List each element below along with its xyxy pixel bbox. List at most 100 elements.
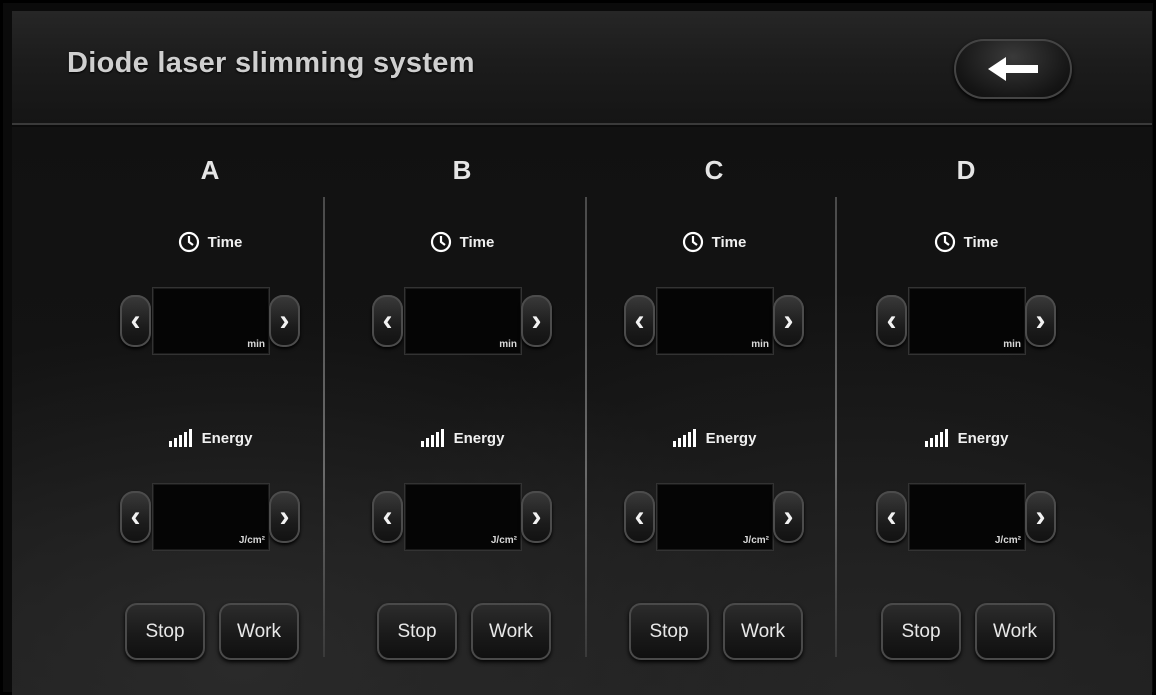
energy-label-text: Energy bbox=[201, 429, 253, 447]
channels-panel: A Time ‹ min › Energy ‹ J/cm² › Stop Wor… bbox=[12, 127, 1152, 695]
energy-stepper: ‹ J/cm² › bbox=[120, 483, 300, 551]
energy-label: Energy bbox=[840, 429, 1092, 447]
time-stepper: ‹ min › bbox=[624, 287, 804, 355]
time-label-text: Time bbox=[207, 233, 243, 251]
clock-icon bbox=[178, 231, 199, 253]
time-value-field[interactable]: min bbox=[908, 287, 1026, 355]
channel-b: B Time ‹ min › Energy ‹ J/cm² › Stop Wor… bbox=[336, 127, 588, 695]
chevron-left-icon: ‹ bbox=[130, 500, 141, 533]
clock-icon bbox=[682, 231, 703, 253]
energy-label-text: Energy bbox=[705, 429, 757, 447]
arrow-left-icon bbox=[988, 57, 1038, 81]
app-window: Diode laser slimming system A Time ‹ min… bbox=[0, 0, 1156, 695]
time-decrease-button[interactable]: ‹ bbox=[624, 295, 655, 347]
action-buttons: Stop Work bbox=[125, 603, 299, 661]
energy-value-field[interactable]: J/cm² bbox=[404, 483, 522, 551]
back-button[interactable] bbox=[954, 39, 1072, 99]
action-buttons: Stop Work bbox=[377, 603, 551, 661]
chevron-left-icon: ‹ bbox=[382, 500, 393, 533]
signal-bars-icon bbox=[672, 429, 696, 447]
action-buttons: Stop Work bbox=[629, 603, 803, 661]
energy-increase-button[interactable]: › bbox=[269, 491, 300, 543]
channel-a: A Time ‹ min › Energy ‹ J/cm² › Stop Wor… bbox=[84, 127, 336, 695]
channel-label: C bbox=[704, 155, 724, 185]
chevron-right-icon: › bbox=[531, 500, 542, 533]
energy-unit: J/cm² bbox=[490, 535, 517, 546]
stop-button[interactable]: Stop bbox=[881, 603, 961, 660]
time-unit: min bbox=[499, 339, 517, 350]
energy-unit: J/cm² bbox=[238, 535, 265, 546]
time-increase-button[interactable]: › bbox=[269, 295, 300, 347]
time-unit: min bbox=[1003, 339, 1021, 350]
signal-bars-icon bbox=[168, 429, 192, 447]
energy-label: Energy bbox=[588, 429, 840, 447]
energy-increase-button[interactable]: › bbox=[521, 491, 552, 543]
energy-increase-button[interactable]: › bbox=[773, 491, 804, 543]
chevron-left-icon: ‹ bbox=[886, 304, 897, 337]
time-increase-button[interactable]: › bbox=[521, 295, 552, 347]
chevron-left-icon: ‹ bbox=[886, 500, 897, 533]
work-button[interactable]: Work bbox=[723, 603, 803, 660]
channel-c: C Time ‹ min › Energy ‹ J/cm² › Stop Wor… bbox=[588, 127, 840, 695]
stop-button[interactable]: Stop bbox=[629, 603, 709, 660]
energy-value-field[interactable]: J/cm² bbox=[908, 483, 1026, 551]
time-stepper: ‹ min › bbox=[372, 287, 552, 355]
signal-bars-icon bbox=[420, 429, 444, 447]
time-decrease-button[interactable]: ‹ bbox=[372, 295, 403, 347]
signal-bars-icon bbox=[924, 429, 948, 447]
time-label: Time bbox=[588, 231, 840, 253]
time-stepper: ‹ min › bbox=[876, 287, 1056, 355]
time-value-field[interactable]: min bbox=[656, 287, 774, 355]
stop-button[interactable]: Stop bbox=[377, 603, 457, 660]
energy-decrease-button[interactable]: ‹ bbox=[120, 491, 151, 543]
energy-decrease-button[interactable]: ‹ bbox=[372, 491, 403, 543]
chevron-left-icon: ‹ bbox=[634, 500, 645, 533]
energy-decrease-button[interactable]: ‹ bbox=[876, 491, 907, 543]
energy-value-field[interactable]: J/cm² bbox=[656, 483, 774, 551]
work-button[interactable]: Work bbox=[471, 603, 551, 660]
time-value-field[interactable]: min bbox=[152, 287, 270, 355]
chevron-left-icon: ‹ bbox=[634, 304, 645, 337]
energy-decrease-button[interactable]: ‹ bbox=[624, 491, 655, 543]
energy-label-text: Energy bbox=[957, 429, 1009, 447]
clock-icon bbox=[934, 231, 955, 253]
chevron-right-icon: › bbox=[783, 304, 794, 337]
time-decrease-button[interactable]: ‹ bbox=[120, 295, 151, 347]
energy-value-field[interactable]: J/cm² bbox=[152, 483, 270, 551]
energy-stepper: ‹ J/cm² › bbox=[876, 483, 1056, 551]
page-title: Diode laser slimming system bbox=[67, 47, 475, 79]
time-unit: min bbox=[751, 339, 769, 350]
time-label-text: Time bbox=[711, 233, 747, 251]
energy-label: Energy bbox=[336, 429, 588, 447]
channel-label: A bbox=[200, 155, 220, 185]
chevron-right-icon: › bbox=[1035, 304, 1046, 337]
clock-icon bbox=[430, 231, 451, 253]
time-value-field[interactable]: min bbox=[404, 287, 522, 355]
time-decrease-button[interactable]: ‹ bbox=[876, 295, 907, 347]
action-buttons: Stop Work bbox=[881, 603, 1055, 661]
work-button[interactable]: Work bbox=[219, 603, 299, 660]
work-button[interactable]: Work bbox=[975, 603, 1055, 660]
energy-unit: J/cm² bbox=[742, 535, 769, 546]
channel-label: D bbox=[956, 155, 976, 185]
time-label: Time bbox=[840, 231, 1092, 253]
chevron-right-icon: › bbox=[783, 500, 794, 533]
chevron-left-icon: ‹ bbox=[382, 304, 393, 337]
energy-stepper: ‹ J/cm² › bbox=[624, 483, 804, 551]
chevron-right-icon: › bbox=[279, 304, 290, 337]
energy-increase-button[interactable]: › bbox=[1025, 491, 1056, 543]
time-increase-button[interactable]: › bbox=[773, 295, 804, 347]
time-increase-button[interactable]: › bbox=[1025, 295, 1056, 347]
energy-label-text: Energy bbox=[453, 429, 505, 447]
time-label-text: Time bbox=[963, 233, 999, 251]
channel-d: D Time ‹ min › Energy ‹ J/cm² › Stop Wor… bbox=[840, 127, 1092, 695]
stop-button[interactable]: Stop bbox=[125, 603, 205, 660]
header-bar: Diode laser slimming system bbox=[12, 11, 1152, 125]
chevron-left-icon: ‹ bbox=[130, 304, 141, 337]
energy-label: Energy bbox=[84, 429, 336, 447]
chevron-right-icon: › bbox=[531, 304, 542, 337]
time-unit: min bbox=[247, 339, 265, 350]
time-stepper: ‹ min › bbox=[120, 287, 300, 355]
channel-label: B bbox=[452, 155, 472, 185]
time-label: Time bbox=[336, 231, 588, 253]
